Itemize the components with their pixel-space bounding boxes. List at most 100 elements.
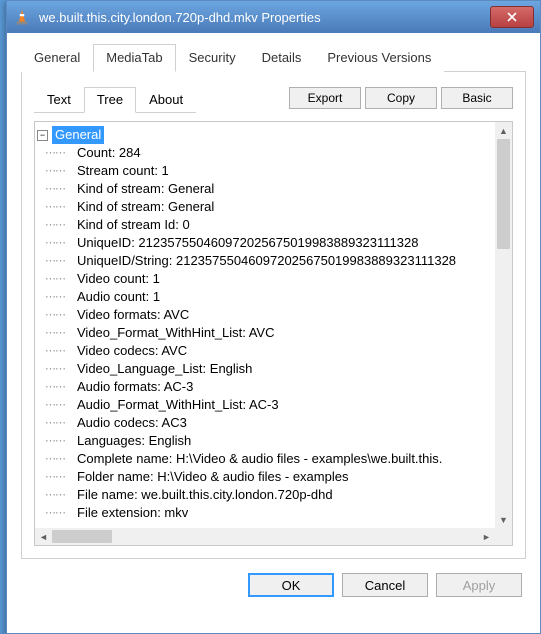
tree-item[interactable]: ⋯⋯ Audio count: 1: [45, 288, 493, 306]
tree-item[interactable]: ⋯⋯ Folder name: H:\Video & audio files - …: [45, 468, 493, 486]
tree-item-label: Video codecs: AVC: [77, 342, 187, 360]
tree-item-label: UniqueID/String: 21235755046097202567501…: [77, 252, 456, 270]
mediatab-panel: Text Tree About Export Copy Basic − Gene…: [21, 72, 526, 559]
dialog-button-row: OK Cancel Apply: [7, 559, 540, 613]
tree-item-label: Kind of stream: General: [77, 180, 214, 198]
hscroll-track[interactable]: [52, 528, 478, 545]
tree-item[interactable]: ⋯⋯UniqueID: 2123575504609720256750199838…: [45, 234, 493, 252]
titlebar[interactable]: we.built.this.city.london.720p-dhd.mkv P…: [7, 1, 540, 33]
tree-item[interactable]: ⋯⋯ Kind of stream: General: [45, 198, 493, 216]
scroll-right-icon[interactable]: ►: [478, 528, 495, 545]
tree-item[interactable]: ⋯⋯ Kind of stream: General: [45, 180, 493, 198]
properties-dialog: we.built.this.city.london.720p-dhd.mkv P…: [6, 0, 541, 634]
tree-item-label: Kind of stream: General: [77, 198, 214, 216]
tab-general[interactable]: General: [21, 44, 93, 72]
hscroll-thumb[interactable]: [52, 530, 112, 543]
tree-item-label: Audio count: 1: [77, 288, 160, 306]
tree-connector-icon: ⋯⋯: [45, 378, 71, 396]
tree-item[interactable]: ⋯⋯ Video_Format_WithHint_List: AVC: [45, 324, 493, 342]
vscroll-thumb[interactable]: [497, 139, 510, 249]
tree-item-label: Complete name: H:\Video & audio files - …: [77, 450, 442, 468]
vertical-scrollbar[interactable]: ▲ ▼: [495, 122, 512, 528]
scroll-up-icon[interactable]: ▲: [495, 122, 512, 139]
tree-connector-icon: ⋯⋯: [45, 414, 71, 432]
tree-connector-icon: ⋯⋯: [45, 468, 71, 486]
tree-root-label[interactable]: General: [52, 126, 104, 144]
tree-item-label: Video_Format_WithHint_List: AVC: [77, 324, 275, 342]
tree-item-label: Video formats: AVC: [77, 306, 189, 324]
copy-button[interactable]: Copy: [365, 87, 437, 109]
tree-item[interactable]: ⋯⋯Kind of stream Id: 0: [45, 216, 493, 234]
basic-button[interactable]: Basic: [441, 87, 513, 109]
window-title: we.built.this.city.london.720p-dhd.mkv P…: [39, 10, 490, 25]
tree-connector-icon: ⋯⋯: [45, 270, 71, 288]
tree-item-label: Audio_Format_WithHint_List: AC-3: [77, 396, 279, 414]
tree-connector-icon: ⋯⋯: [45, 450, 71, 468]
tree-connector-icon: ⋯⋯: [45, 306, 71, 324]
vlc-icon: [13, 8, 31, 26]
tree-item-label: File extension: mkv: [77, 504, 188, 522]
tree-item-label: Audio formats: AC-3: [77, 378, 193, 396]
tree-item-label: Folder name: H:\Video & audio files - ex…: [77, 468, 348, 486]
tree-item[interactable]: ⋯⋯ File extension: mkv: [45, 504, 493, 522]
action-button-row: Export Copy Basic: [289, 87, 513, 109]
tree-connector-icon: ⋯⋯: [45, 180, 71, 198]
tree-connector-icon: ⋯⋯: [45, 432, 71, 450]
tab-details[interactable]: Details: [249, 44, 315, 72]
tree-item[interactable]: ⋯⋯ File name: we.built.this.city.london.7…: [45, 486, 493, 504]
inner-tab-about[interactable]: About: [136, 87, 196, 113]
export-button[interactable]: Export: [289, 87, 361, 109]
horizontal-scrollbar[interactable]: ◄ ►: [35, 528, 495, 545]
tree-item[interactable]: ⋯⋯ Audio_Format_WithHint_List: AC-3: [45, 396, 493, 414]
collapse-icon[interactable]: −: [37, 130, 48, 141]
tree-item[interactable]: ⋯⋯Stream count: 1: [45, 162, 493, 180]
tree-connector-icon: ⋯⋯: [45, 486, 71, 504]
tree-item-label: File name: we.built.this.city.london.720…: [77, 486, 333, 504]
tree-item-label: UniqueID: 212357550460972025675019983889…: [77, 234, 418, 252]
inner-tab-tree[interactable]: Tree: [84, 87, 136, 113]
tab-mediatab[interactable]: MediaTab: [93, 44, 175, 72]
tree-connector-icon: ⋯⋯: [45, 252, 71, 270]
tree-connector-icon: ⋯⋯: [45, 162, 71, 180]
tree-view[interactable]: − General ⋯⋯Count: 284⋯⋯Stream count: 1⋯…: [34, 121, 513, 546]
tree-item[interactable]: ⋯⋯ Languages: English: [45, 432, 493, 450]
tree-item-label: Languages: English: [77, 432, 191, 450]
tree-connector-icon: ⋯⋯: [45, 396, 71, 414]
tab-security[interactable]: Security: [176, 44, 249, 72]
scroll-down-icon[interactable]: ▼: [495, 511, 512, 528]
tree-item[interactable]: ⋯⋯ Video formats: AVC: [45, 306, 493, 324]
inner-tab-text[interactable]: Text: [34, 87, 84, 113]
vscroll-track[interactable]: [495, 139, 512, 511]
outer-tab-bar: General MediaTab Security Details Previo…: [21, 43, 526, 72]
tree-item[interactable]: ⋯⋯ Video codecs: AVC: [45, 342, 493, 360]
close-icon: [507, 12, 517, 22]
close-button[interactable]: [490, 6, 534, 28]
tree-connector-icon: ⋯⋯: [45, 288, 71, 306]
tree-root-row[interactable]: − General: [37, 126, 493, 144]
tab-previous-versions[interactable]: Previous Versions: [314, 44, 444, 72]
tree-content: − General ⋯⋯Count: 284⋯⋯Stream count: 1⋯…: [35, 122, 495, 528]
tree-item[interactable]: ⋯⋯ Complete name: H:\Video & audio files …: [45, 450, 493, 468]
tree-item[interactable]: ⋯⋯ Video count: 1: [45, 270, 493, 288]
tree-item[interactable]: ⋯⋯ Audio formats: AC-3: [45, 378, 493, 396]
tree-item[interactable]: ⋯⋯ Audio codecs: AC3: [45, 414, 493, 432]
tree-connector-icon: ⋯⋯: [45, 324, 71, 342]
tree-connector-icon: ⋯⋯: [45, 216, 71, 234]
tree-item[interactable]: ⋯⋯Count: 284: [45, 144, 493, 162]
tree-connector-icon: ⋯⋯: [45, 360, 71, 378]
tree-item[interactable]: ⋯⋯ UniqueID/String: 212357550460972025675…: [45, 252, 493, 270]
scroll-left-icon[interactable]: ◄: [35, 528, 52, 545]
cancel-button[interactable]: Cancel: [342, 573, 428, 597]
tree-item-label: Audio codecs: AC3: [77, 414, 187, 432]
inner-tab-bar: Text Tree About: [34, 86, 196, 113]
tree-children: ⋯⋯Count: 284⋯⋯Stream count: 1⋯⋯Kind of s…: [37, 144, 493, 522]
tree-connector-icon: ⋯⋯: [45, 144, 71, 162]
tree-item[interactable]: ⋯⋯Video_Language_List: English: [45, 360, 493, 378]
ok-button[interactable]: OK: [248, 573, 334, 597]
apply-button: Apply: [436, 573, 522, 597]
scroll-corner: [495, 528, 512, 545]
tree-connector-icon: ⋯⋯: [45, 342, 71, 360]
tree-item-label: Video count: 1: [77, 270, 160, 288]
tree-connector-icon: ⋯⋯: [45, 198, 71, 216]
tree-connector-icon: ⋯⋯: [45, 504, 71, 522]
